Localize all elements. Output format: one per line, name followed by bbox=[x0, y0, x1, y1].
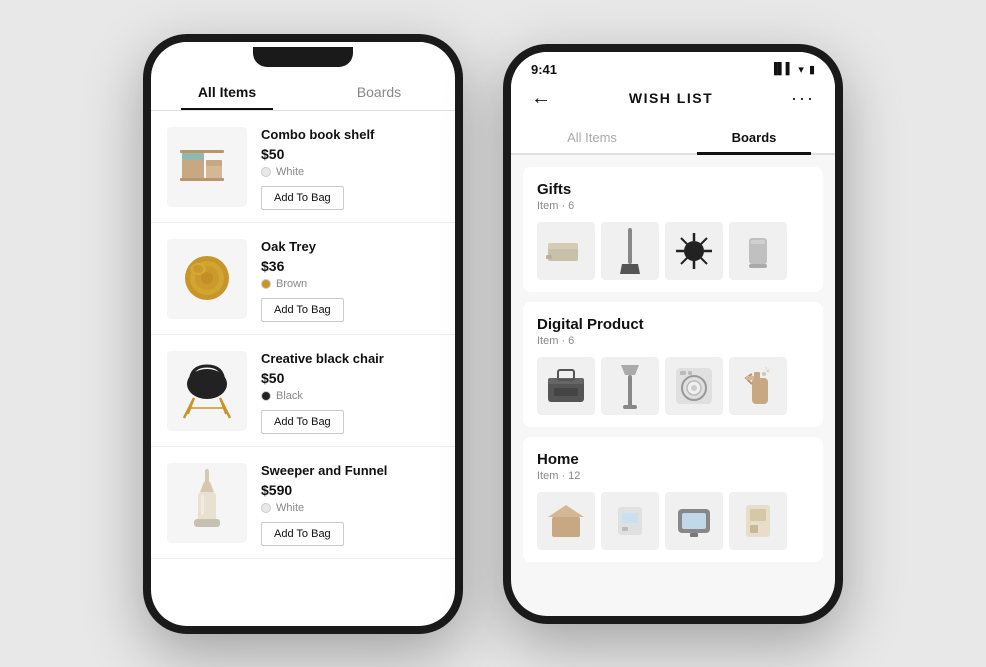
home-item-3-icon bbox=[672, 499, 716, 543]
thumbnail-item bbox=[537, 222, 595, 280]
notch bbox=[253, 47, 353, 67]
product-color: White bbox=[261, 502, 439, 514]
lamp-thumb-icon bbox=[615, 361, 645, 411]
board-thumbnails bbox=[537, 222, 809, 280]
tab-boards-right[interactable]: Boards bbox=[673, 120, 835, 153]
home-item-2-icon bbox=[608, 499, 652, 543]
board-count: Item · 6 bbox=[537, 200, 809, 212]
thumbnail-item bbox=[537, 357, 595, 415]
tab-all-items-left[interactable]: All Items bbox=[151, 72, 303, 110]
wifi-icon: ▾ bbox=[798, 63, 804, 76]
bookshelf-icon bbox=[172, 132, 242, 202]
boards-list: Gifts Item · 6 bbox=[511, 155, 835, 616]
right-phone: 9:41 ▐▌▌ ▾ ▮ ← WISH LIST ··· All Items B… bbox=[503, 44, 843, 624]
color-dot bbox=[261, 279, 271, 289]
board-title: Digital Product bbox=[537, 316, 809, 333]
more-options-button[interactable]: ··· bbox=[791, 88, 815, 109]
thumbnail-item bbox=[601, 222, 659, 280]
thumbnail-item bbox=[729, 492, 787, 550]
cup-thumb-icon bbox=[743, 230, 773, 272]
status-time: 9:41 bbox=[531, 62, 557, 77]
product-image bbox=[167, 463, 247, 543]
add-to-bag-button[interactable]: Add To Bag bbox=[261, 522, 344, 546]
right-tabs-bar: All Items Boards bbox=[511, 120, 835, 155]
add-to-bag-button[interactable]: Add To Bag bbox=[261, 186, 344, 210]
board-card-home: Home Item · 12 bbox=[523, 437, 823, 562]
board-card-gifts: Gifts Item · 6 bbox=[523, 167, 823, 292]
product-color: Brown bbox=[261, 278, 439, 290]
thumbnail-item bbox=[729, 222, 787, 280]
bag-thumb-icon bbox=[544, 366, 588, 406]
chair-icon bbox=[176, 356, 238, 426]
page-title: WISH LIST bbox=[629, 90, 713, 106]
board-title: Gifts bbox=[537, 181, 809, 198]
product-price: $36 bbox=[261, 258, 439, 274]
status-icons: ▐▌▌ ▾ ▮ bbox=[770, 63, 815, 76]
left-tabs-bar: All Items Boards bbox=[151, 72, 455, 111]
add-to-bag-button[interactable]: Add To Bag bbox=[261, 410, 344, 434]
product-item: Oak Trey $36 Brown Add To Bag bbox=[151, 223, 455, 335]
board-card-digital: Digital Product Item · 6 bbox=[523, 302, 823, 427]
product-item: Creative black chair $50 Black Add To Ba… bbox=[151, 335, 455, 447]
product-item: Combo book shelf $50 White Add To Bag bbox=[151, 111, 455, 223]
home-item-4-icon bbox=[736, 499, 780, 543]
spray-thumb-icon bbox=[744, 362, 772, 410]
product-name: Oak Trey bbox=[261, 239, 439, 254]
product-price: $590 bbox=[261, 482, 439, 498]
right-screen: 9:41 ▐▌▌ ▾ ▮ ← WISH LIST ··· All Items B… bbox=[511, 52, 835, 616]
broom-thumb-icon bbox=[618, 226, 642, 276]
product-info: Creative black chair $50 Black Add To Ba… bbox=[261, 351, 439, 434]
signal-icon: ▐▌▌ bbox=[770, 63, 793, 75]
product-info: Combo book shelf $50 White Add To Bag bbox=[261, 127, 439, 210]
left-phone: All Items Boards bbox=[143, 34, 463, 634]
product-name: Combo book shelf bbox=[261, 127, 439, 142]
product-color: White bbox=[261, 166, 439, 178]
thumbnail-item bbox=[601, 492, 659, 550]
oak-trey-icon bbox=[173, 251, 241, 306]
home-item-1-icon bbox=[544, 499, 588, 543]
tab-all-items-right[interactable]: All Items bbox=[511, 120, 673, 153]
board-title: Home bbox=[537, 451, 809, 468]
back-button[interactable]: ← bbox=[531, 87, 551, 110]
product-price: $50 bbox=[261, 146, 439, 162]
product-image bbox=[167, 351, 247, 431]
thumbnail-item bbox=[665, 357, 723, 415]
product-item: Sweeper and Funnel $590 White Add To Bag bbox=[151, 447, 455, 559]
board-count: Item · 6 bbox=[537, 335, 809, 347]
color-dot bbox=[261, 391, 271, 401]
battery-icon: ▮ bbox=[809, 63, 815, 76]
board-thumbnails bbox=[537, 357, 809, 415]
left-screen: All Items Boards bbox=[151, 42, 455, 626]
product-name: Creative black chair bbox=[261, 351, 439, 366]
color-dot bbox=[261, 167, 271, 177]
thumbnail-item bbox=[665, 222, 723, 280]
notch-area bbox=[151, 42, 455, 72]
washer-thumb-icon bbox=[672, 364, 716, 408]
cloth-thumb-icon bbox=[544, 233, 588, 268]
status-bar: 9:41 ▐▌▌ ▾ ▮ bbox=[511, 52, 835, 83]
star-thumb-icon bbox=[672, 229, 716, 273]
product-price: $50 bbox=[261, 370, 439, 386]
thumbnail-item bbox=[537, 492, 595, 550]
product-list: Combo book shelf $50 White Add To Bag bbox=[151, 111, 455, 626]
thumbnail-item bbox=[601, 357, 659, 415]
product-image bbox=[167, 127, 247, 207]
thumbnail-item bbox=[729, 357, 787, 415]
board-count: Item · 12 bbox=[537, 470, 809, 482]
product-info: Sweeper and Funnel $590 White Add To Bag bbox=[261, 463, 439, 546]
product-color: Black bbox=[261, 390, 439, 402]
thumbnail-item bbox=[665, 492, 723, 550]
tab-boards-left[interactable]: Boards bbox=[303, 72, 455, 110]
sweeper-icon bbox=[182, 467, 232, 539]
product-info: Oak Trey $36 Brown Add To Bag bbox=[261, 239, 439, 322]
nav-bar: ← WISH LIST ··· bbox=[511, 83, 835, 120]
color-dot bbox=[261, 503, 271, 513]
board-thumbnails bbox=[537, 492, 809, 550]
product-name: Sweeper and Funnel bbox=[261, 463, 439, 478]
add-to-bag-button[interactable]: Add To Bag bbox=[261, 298, 344, 322]
product-image bbox=[167, 239, 247, 319]
